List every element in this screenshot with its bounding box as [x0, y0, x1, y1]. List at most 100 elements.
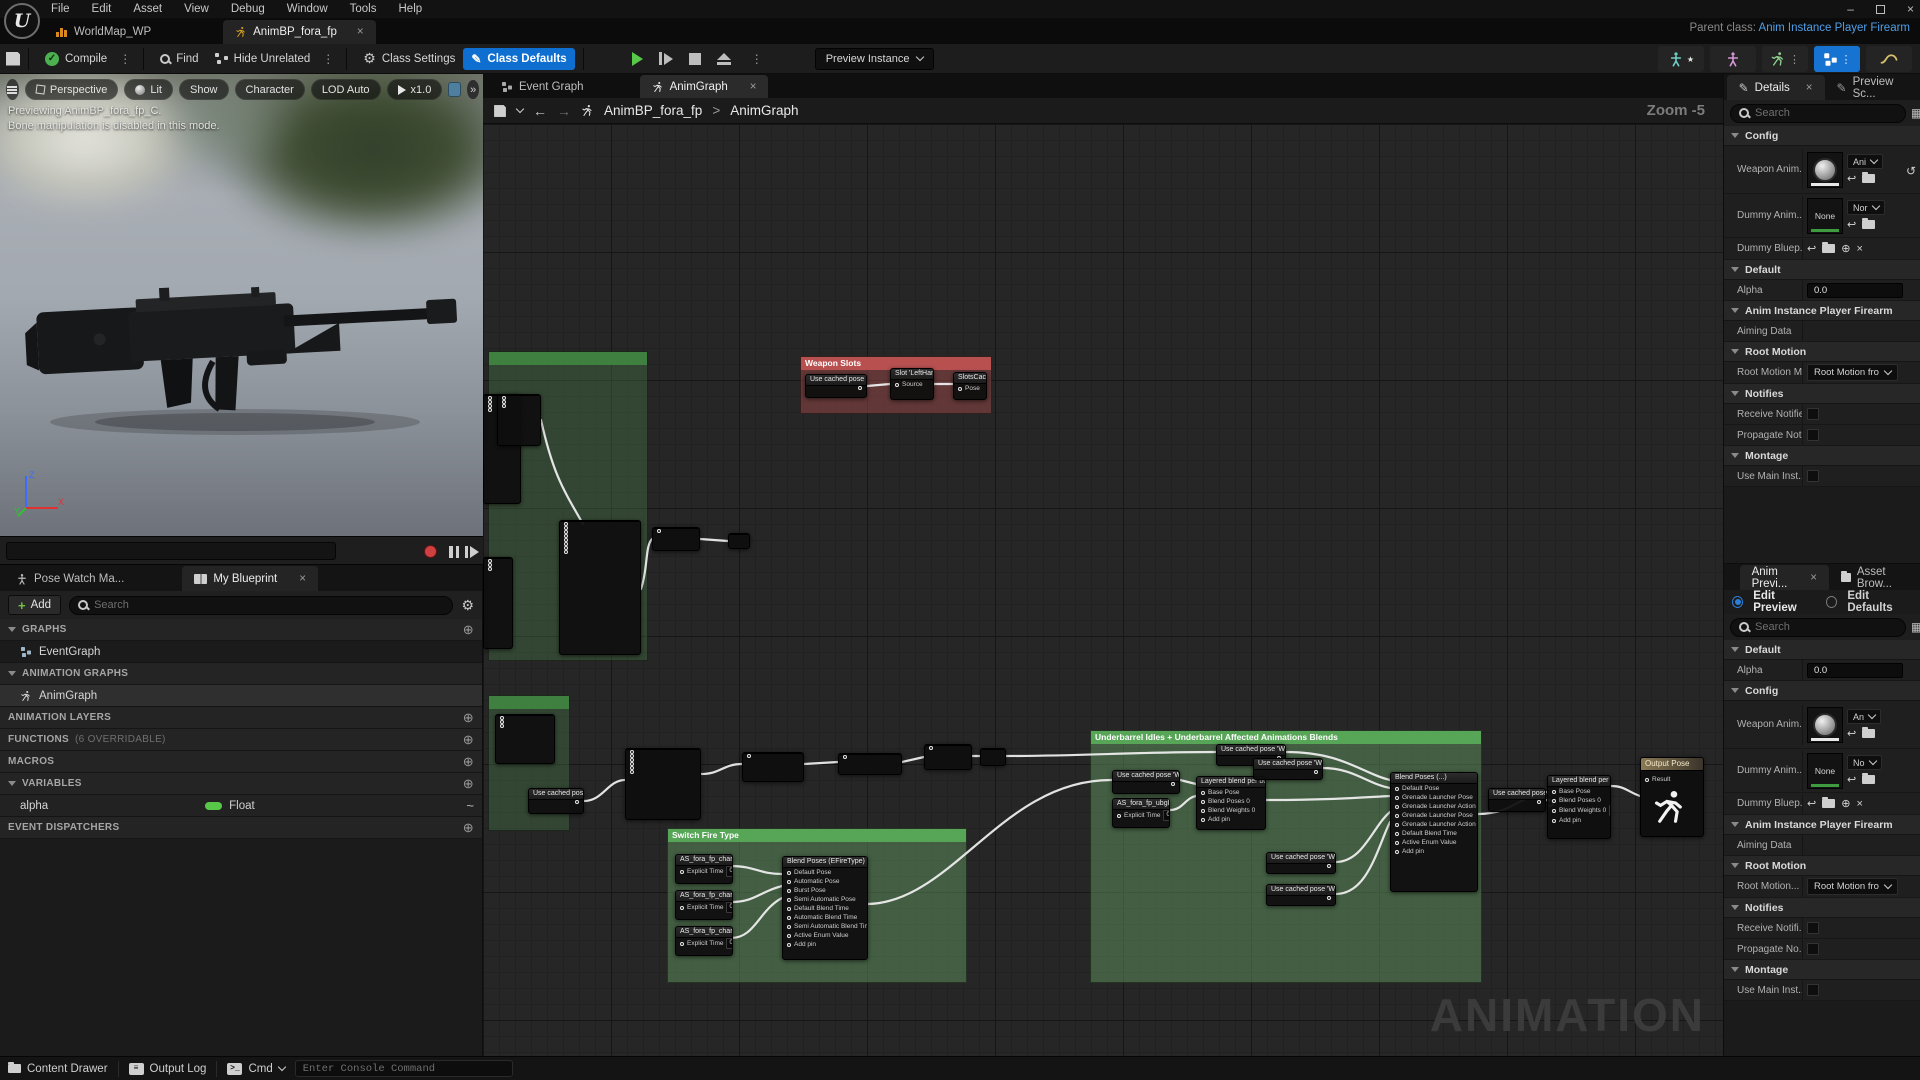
- variable-visibility-icon[interactable]: ~: [466, 798, 474, 813]
- animation-mode-button[interactable]: ⋮: [1762, 46, 1808, 72]
- notifies-section-header[interactable]: Notifies: [1724, 898, 1920, 918]
- graph-node[interactable]: [559, 520, 641, 655]
- node-layered-blend-per-bone[interactable]: Layered blend per bone Base Pose Blend P…: [1196, 776, 1266, 830]
- breadcrumb-root[interactable]: AnimBP_fora_fp: [604, 103, 702, 118]
- reset-to-default-icon[interactable]: ↺: [1906, 164, 1916, 178]
- tab-worldmap[interactable]: WorldMap_WP: [44, 20, 163, 44]
- graph-node[interactable]: [652, 527, 700, 551]
- lit-button[interactable]: Lit: [124, 79, 173, 100]
- use-main-instance-checkbox[interactable]: [1807, 984, 1819, 996]
- details-search[interactable]: [1730, 104, 1906, 123]
- montage-section-header[interactable]: Montage: [1724, 446, 1920, 466]
- tab-close-icon[interactable]: ×: [299, 573, 306, 585]
- node-slots-cached[interactable]: SlotsCached Pose: [953, 372, 987, 400]
- chevron-down-icon[interactable]: [516, 105, 524, 113]
- menu-help[interactable]: Help: [390, 1, 432, 17]
- receive-notifies-checkbox[interactable]: [1807, 922, 1819, 934]
- menu-debug[interactable]: Debug: [222, 1, 274, 17]
- use-selected-asset-icon[interactable]: ↩: [1847, 773, 1856, 786]
- montage-section-header[interactable]: Montage: [1724, 960, 1920, 980]
- step-forward-button[interactable]: [465, 546, 479, 558]
- aipf-section-header[interactable]: Anim Instance Player Firearm: [1724, 301, 1920, 321]
- node-use-cached-pose-baseidle[interactable]: Use cached pose 'baseIdle': [805, 374, 867, 398]
- use-selected-asset-icon[interactable]: ↩: [1847, 727, 1856, 740]
- node-use-cached-pose-weaponidle[interactable]: Use cached pose 'WeaponIdle': [1266, 852, 1336, 874]
- graphs-section-header[interactable]: GRAPHS ⊕: [0, 619, 482, 641]
- menu-asset[interactable]: Asset: [124, 1, 171, 17]
- edit-defaults-radio[interactable]: [1826, 596, 1837, 608]
- clear-icon[interactable]: ×: [1856, 798, 1862, 810]
- close-button[interactable]: ×: [1907, 2, 1914, 16]
- tab-event-graph[interactable]: Event Graph: [489, 75, 596, 98]
- tab-close-icon[interactable]: ×: [357, 26, 364, 38]
- menu-edit[interactable]: Edit: [83, 1, 121, 17]
- animation-graphs-section-header[interactable]: ANIMATION GRAPHS: [0, 663, 482, 685]
- physics-mode-button[interactable]: [1866, 46, 1912, 72]
- viewport-overflow-button[interactable]: »: [467, 80, 479, 99]
- browse-asset-icon[interactable]: [1862, 220, 1875, 229]
- use-selected-asset-icon[interactable]: ↩: [1847, 218, 1856, 231]
- maximize-button[interactable]: [1876, 5, 1885, 14]
- class-settings-button[interactable]: ⚙ Class Settings: [355, 46, 463, 71]
- menu-window[interactable]: Window: [278, 1, 337, 17]
- display-grid-icon[interactable]: ▦: [1911, 106, 1920, 120]
- browse-asset-icon[interactable]: [1862, 729, 1875, 738]
- menu-tools[interactable]: Tools: [341, 1, 386, 17]
- node-sequence-player[interactable]: AS_fora_fp_charge_fast Explicit Time0.0: [675, 890, 733, 920]
- browse-asset-icon[interactable]: [1862, 775, 1875, 784]
- alpha-input[interactable]: 0.0: [1807, 663, 1903, 678]
- blueprint-search[interactable]: [69, 596, 453, 615]
- perspective-button[interactable]: Perspective: [25, 79, 118, 100]
- sidebar-item-eventgraph[interactable]: EventGraph: [0, 641, 482, 663]
- minimize-button[interactable]: –: [1847, 2, 1854, 16]
- hide-unrelated-options-icon[interactable]: ⋮: [318, 52, 338, 66]
- viewport-menu-button[interactable]: [6, 79, 19, 100]
- weapon-anim-dropdown[interactable]: Ani: [1847, 154, 1883, 169]
- weapon-anim-dropdown[interactable]: An: [1847, 709, 1881, 724]
- preview-viewport[interactable]: Perspective Lit Show Character LOD Auto …: [0, 74, 483, 536]
- add-button[interactable]: + Add: [8, 595, 61, 615]
- node-blend-poses-underbarrel[interactable]: Blend Poses (...) Default Pose Grenade L…: [1390, 772, 1478, 892]
- output-log-button[interactable]: ≡ Output Log: [129, 1063, 207, 1075]
- browse-asset-icon[interactable]: [1862, 174, 1875, 183]
- class-defaults-button[interactable]: ✎ Class Defaults: [463, 48, 574, 70]
- eject-button[interactable]: [717, 53, 731, 65]
- record-button[interactable]: [424, 545, 437, 558]
- tab-preview-scene[interactable]: ✎ Preview Sc...: [1825, 75, 1920, 100]
- dummy-anim-dropdown[interactable]: No: [1847, 755, 1882, 770]
- add-macro-icon[interactable]: ⊕: [463, 754, 474, 770]
- node-sequence-player[interactable]: AS_fora_fp_charge_fast Explicit Time0.0: [675, 926, 733, 956]
- propagate-notifies-checkbox[interactable]: [1807, 943, 1819, 955]
- node-use-cached-pose-weaponidle[interactable]: Use cached pose 'WeaponIdle': [1266, 884, 1336, 906]
- add-graph-icon[interactable]: ⊕: [463, 622, 474, 638]
- compile-button[interactable]: ✓ Compile: [37, 48, 115, 70]
- variable-row-alpha[interactable]: alpha Float ~: [0, 795, 482, 817]
- tab-close-icon[interactable]: ×: [750, 81, 757, 93]
- compile-options-icon[interactable]: ⋮: [115, 52, 135, 66]
- use-selected-asset-icon[interactable]: ↩: [1807, 242, 1816, 255]
- node-use-cached-pose-idle[interactable]: Use cached pose 'idle': [528, 788, 584, 814]
- edit-preview-radio[interactable]: [1732, 596, 1743, 608]
- macros-section-header[interactable]: MACROS ⊕: [0, 751, 482, 773]
- menu-file[interactable]: File: [42, 1, 79, 17]
- root-motion-mode-dropdown[interactable]: Root Motion fro: [1807, 364, 1898, 381]
- tab-close-icon[interactable]: ×: [1810, 572, 1817, 584]
- root-motion-section-header[interactable]: Root Motion: [1724, 342, 1920, 362]
- details-search-input[interactable]: [1755, 107, 1897, 119]
- sidebar-item-animgraph[interactable]: AnimGraph: [0, 685, 482, 707]
- add-function-icon[interactable]: ⊕: [463, 732, 474, 748]
- graph-node[interactable]: [980, 748, 1006, 766]
- anim-preview-search-input[interactable]: [1755, 621, 1897, 633]
- lod-button[interactable]: LOD Auto: [311, 79, 381, 100]
- add-dispatcher-icon[interactable]: ⊕: [463, 820, 474, 836]
- skeleton-mode-button[interactable]: ★: [1658, 46, 1704, 72]
- node-layered-blend-per-bone[interactable]: Layered blend per bone Base Pose Blend P…: [1547, 775, 1611, 839]
- graph-node[interactable]: [838, 753, 902, 775]
- graph-node[interactable]: [924, 744, 972, 770]
- add-variable-icon[interactable]: ⊕: [463, 776, 474, 792]
- content-drawer-button[interactable]: Content Drawer: [8, 1063, 108, 1075]
- play-options-icon[interactable]: ⋮: [747, 52, 767, 66]
- play-button[interactable]: [632, 52, 643, 66]
- mesh-mode-button[interactable]: [1710, 46, 1756, 72]
- browse-asset-icon[interactable]: [1822, 244, 1835, 253]
